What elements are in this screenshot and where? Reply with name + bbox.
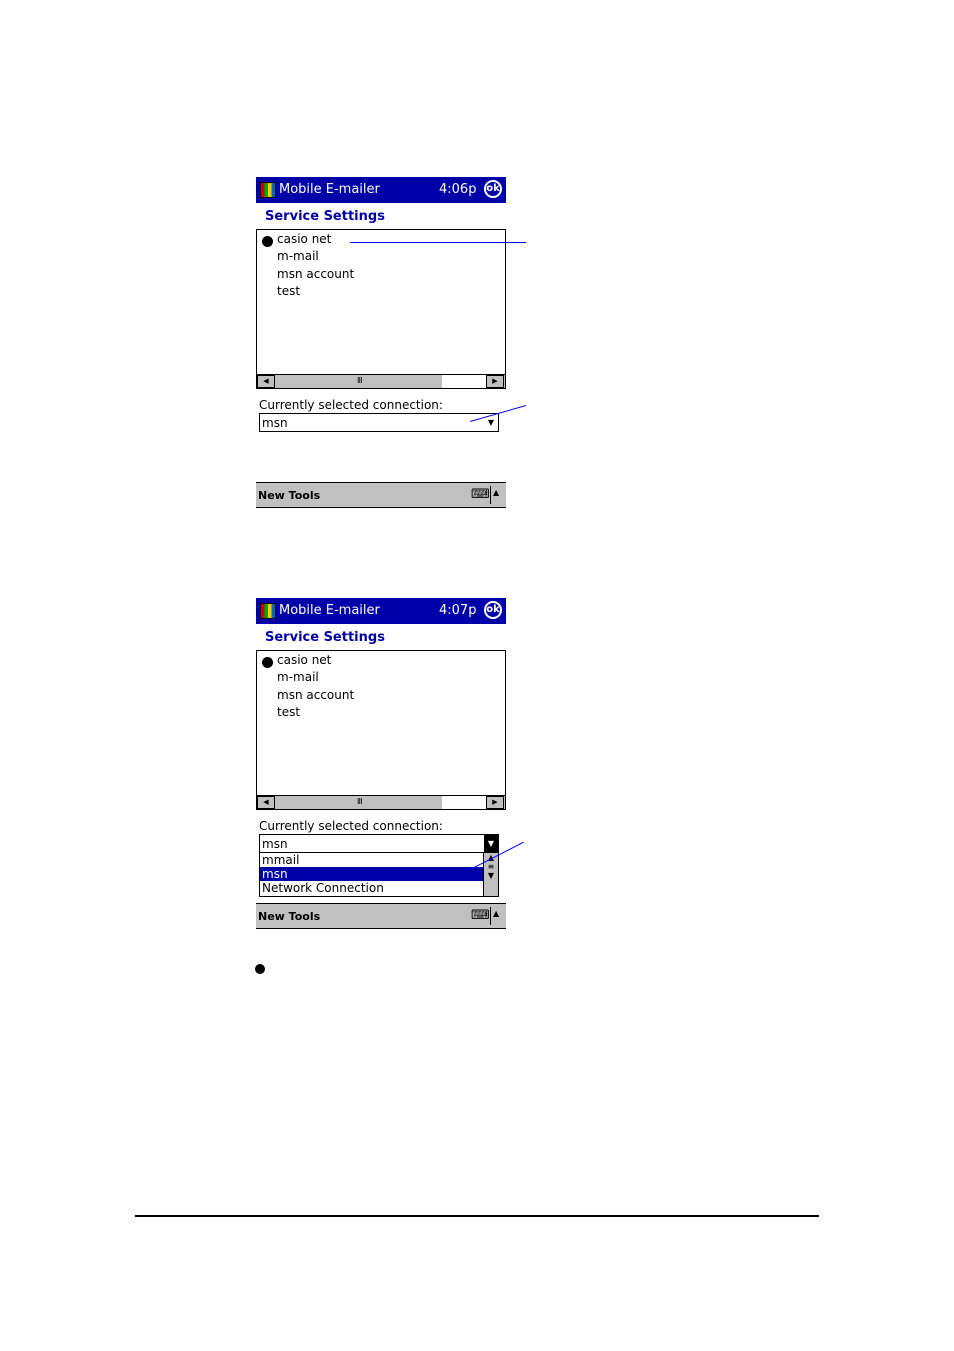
document-page: Mobile E-mailer 4:06p ok Service Setting…	[0, 0, 954, 1351]
screenshot-1: Mobile E-mailer 4:06p ok Service Setting…	[256, 177, 506, 509]
connection-label: Currently selected connection:	[259, 819, 443, 833]
list-item[interactable]: m-mail	[277, 670, 319, 684]
scroll-down-icon[interactable]: ▼	[484, 871, 498, 880]
clock: 4:07p	[439, 603, 477, 618]
connection-value: msn	[262, 416, 288, 430]
selected-bullet-icon	[262, 236, 273, 247]
callout-line	[350, 242, 526, 243]
connection-dropdown-list[interactable]: mmail msn Network Connection ▲≡▼	[259, 852, 499, 897]
section-title: Service Settings	[265, 209, 385, 224]
connection-label: Currently selected connection:	[259, 398, 443, 412]
list-item[interactable]: msn account	[277, 267, 354, 281]
chevron-down-icon[interactable]: ▼	[484, 835, 498, 852]
list-item[interactable]: test	[277, 284, 300, 298]
scroll-left-icon[interactable]: ◀	[257, 796, 275, 809]
scroll-grip-icon: Ⅲ	[357, 376, 363, 385]
ok-button[interactable]: ok	[484, 180, 502, 198]
menu-bar: New Tools ⌨ ▲	[256, 903, 506, 929]
list-item[interactable]: test	[277, 705, 300, 719]
scroll-track[interactable]	[442, 796, 486, 809]
footer-rule	[135, 1215, 819, 1217]
section-title: Service Settings	[265, 630, 385, 645]
app-title: Mobile E-mailer	[279, 603, 380, 618]
scroll-thumb[interactable]: ≡	[484, 862, 498, 871]
menu-new-tools[interactable]: New Tools	[258, 910, 320, 923]
dropdown-option-selected[interactable]: msn	[260, 867, 485, 881]
scroll-right-icon[interactable]: ▶	[486, 796, 504, 809]
title-bar: Mobile E-mailer 4:06p ok	[256, 177, 506, 203]
bullet-icon	[255, 964, 265, 974]
input-arrow-up-icon[interactable]: ▲	[493, 488, 499, 497]
list-item[interactable]: casio net	[277, 653, 331, 667]
scroll-right-icon[interactable]: ▶	[486, 375, 504, 388]
horizontal-scrollbar[interactable]: ◀ Ⅲ ▶	[257, 795, 505, 809]
connection-select[interactable]: msn ▼	[259, 413, 499, 432]
windows-start-icon[interactable]	[260, 603, 276, 619]
keyboard-icon[interactable]: ⌨	[471, 488, 490, 501]
selected-bullet-icon	[262, 657, 273, 668]
clock: 4:06p	[439, 182, 477, 197]
service-list[interactable]: casio net m-mail msn account test ◀ Ⅲ ▶	[256, 229, 506, 389]
windows-start-icon[interactable]	[260, 182, 276, 198]
list-item[interactable]: casio net	[277, 232, 331, 246]
menu-bar: New Tools ⌨ ▲	[256, 482, 506, 508]
list-item[interactable]: m-mail	[277, 249, 319, 263]
scroll-grip-icon: Ⅲ	[357, 797, 363, 806]
dropdown-option[interactable]: Network Connection	[260, 881, 485, 895]
divider	[490, 907, 491, 925]
input-arrow-up-icon[interactable]: ▲	[493, 909, 499, 918]
connection-select[interactable]: msn ▼	[259, 834, 499, 853]
ok-button[interactable]: ok	[484, 601, 502, 619]
keyboard-icon[interactable]: ⌨	[471, 909, 490, 922]
divider	[490, 486, 491, 504]
list-item[interactable]: msn account	[277, 688, 354, 702]
scroll-left-icon[interactable]: ◀	[257, 375, 275, 388]
title-bar: Mobile E-mailer 4:07p ok	[256, 598, 506, 624]
app-title: Mobile E-mailer	[279, 182, 380, 197]
scroll-track[interactable]	[442, 375, 486, 388]
connection-value: msn	[262, 837, 288, 851]
horizontal-scrollbar[interactable]: ◀ Ⅲ ▶	[257, 374, 505, 388]
dropdown-option[interactable]: mmail	[260, 853, 485, 867]
menu-new-tools[interactable]: New Tools	[258, 489, 320, 502]
service-list[interactable]: casio net m-mail msn account test ◀ Ⅲ ▶	[256, 650, 506, 810]
screenshot-2: Mobile E-mailer 4:07p ok Service Setting…	[256, 598, 506, 930]
